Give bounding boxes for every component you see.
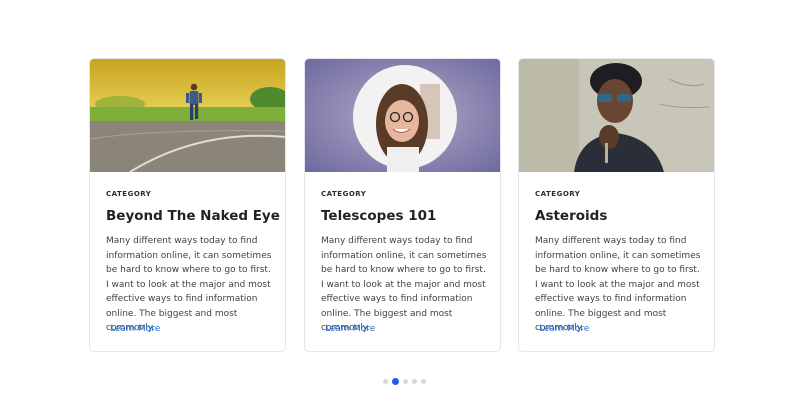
pagination-dot[interactable]	[421, 378, 426, 384]
pagination-dot-active[interactable]	[392, 377, 399, 385]
card-title: Telescopes 101	[321, 208, 437, 224]
card-description: Many different ways today to find inform…	[321, 236, 487, 333]
card-category: CATEGORY	[535, 190, 581, 198]
card-category: CATEGORY	[106, 190, 152, 198]
smiling-woman-photo	[305, 59, 500, 172]
card-description: Many different ways today to find inform…	[535, 236, 701, 333]
learn-more-link[interactable]: Learn More	[539, 323, 589, 335]
article-card: CATEGORY Telescopes 101 Many different w…	[304, 58, 501, 352]
learn-more-link[interactable]: Learn More	[110, 323, 160, 335]
pagination-dot[interactable]	[403, 378, 408, 384]
learn-more-link[interactable]: Learn More	[325, 323, 375, 335]
card-carousel: CATEGORY Beyond The Naked Eye Many diffe…	[0, 0, 800, 408]
runner-on-road-photo	[90, 59, 285, 172]
man-with-sunglasses-photo	[519, 59, 714, 172]
card-category: CATEGORY	[321, 190, 367, 198]
pagination-dot[interactable]	[412, 378, 417, 384]
card-title: Beyond The Naked Eye	[106, 208, 280, 224]
carousel-pagination	[383, 377, 430, 385]
card-title: Asteroids	[535, 208, 608, 224]
pagination-dot[interactable]	[383, 378, 388, 384]
article-card: CATEGORY Asteroids Many different ways t…	[518, 58, 715, 352]
card-description: Many different ways today to find inform…	[106, 236, 272, 333]
article-card: CATEGORY Beyond The Naked Eye Many diffe…	[89, 58, 286, 352]
